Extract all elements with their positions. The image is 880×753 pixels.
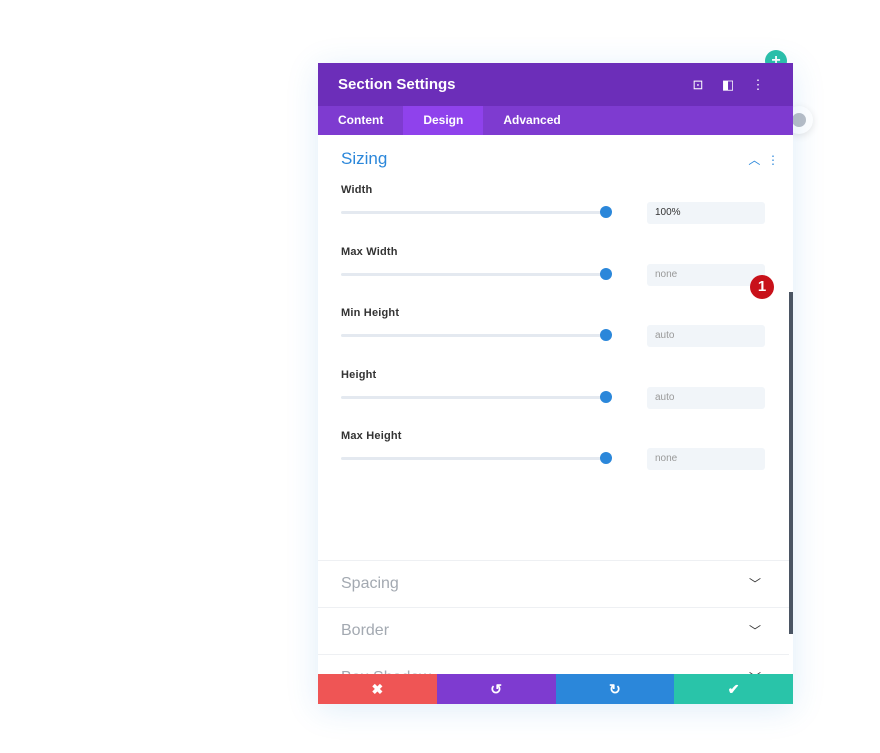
- tab-design[interactable]: Design: [403, 106, 484, 135]
- more-options-icon[interactable]: ⋮: [743, 77, 773, 93]
- sizing-field: Min Height auto: [341, 307, 771, 347]
- tab-bar: Content Design Advanced: [318, 106, 793, 135]
- slider-handle[interactable]: [600, 452, 612, 464]
- field-label: Width: [341, 184, 373, 196]
- step-badge: 1: [750, 275, 774, 299]
- settings-icon: [792, 113, 806, 127]
- settings-body: Sizing ︿ ⋮ Width 100% Max Width none Min H…: [318, 135, 793, 674]
- split-view-icon[interactable]: ◧: [713, 77, 743, 93]
- slider-handle[interactable]: [600, 206, 612, 218]
- cancel-button[interactable]: ✖: [318, 674, 437, 704]
- field-input[interactable]: none: [647, 263, 765, 286]
- field-label: Min Height: [341, 307, 400, 319]
- chevron-down-icon: ﹀: [748, 624, 761, 638]
- sizing-controls[interactable]: ︿ ⋮: [748, 151, 779, 168]
- tab-advanced[interactable]: Advanced: [483, 106, 580, 135]
- slider-handle[interactable]: [600, 267, 612, 280]
- scrollbar[interactable]: [789, 292, 793, 634]
- chevron-up-icon[interactable]: ︿: [748, 153, 760, 167]
- chevron-down-icon: ﹀: [748, 577, 761, 591]
- modal-header: Section Settings ⊡ ◧ ⋮: [318, 63, 793, 106]
- slider-track[interactable]: [341, 206, 612, 218]
- modal-footer: ✖ ↺ ↻ ✔: [318, 674, 793, 704]
- slider-track[interactable]: [341, 267, 612, 280]
- sizing-title[interactable]: Sizing: [341, 149, 387, 169]
- section-title: Spacing: [341, 575, 399, 592]
- redo-button[interactable]: ↻: [555, 674, 675, 704]
- section-settings-modal: Section Settings ⊡ ◧ ⋮ Content Design Ad…: [318, 63, 793, 704]
- section-toggle[interactable]: Border ﹀: [318, 607, 789, 654]
- sizing-field: Max Width none: [341, 245, 771, 286]
- slider-track[interactable]: [341, 329, 612, 341]
- tab-content[interactable]: Content: [318, 106, 403, 135]
- save-button[interactable]: ✔: [674, 674, 793, 704]
- sizing-field: Width 100%: [341, 184, 771, 224]
- field-label: Height: [341, 368, 377, 381]
- slider-track[interactable]: [341, 390, 612, 403]
- undo-button[interactable]: ↺: [436, 674, 556, 704]
- section-title: Border: [341, 622, 390, 639]
- slider-track[interactable]: [341, 452, 612, 464]
- section-toggle[interactable]: Spacing ﹀: [318, 560, 789, 607]
- field-input[interactable]: none: [647, 448, 765, 470]
- field-input[interactable]: auto: [647, 325, 765, 347]
- fullscreen-icon[interactable]: ⊡: [683, 77, 713, 93]
- slider-handle[interactable]: [600, 390, 612, 403]
- field-label: Max Height: [341, 430, 402, 442]
- more-icon[interactable]: ⋮: [767, 153, 779, 167]
- field-label: Max Width: [341, 245, 398, 258]
- field-input[interactable]: 100%: [647, 202, 765, 224]
- sizing-field: Height auto: [341, 368, 771, 409]
- field-input[interactable]: auto: [647, 386, 765, 409]
- section-toggle[interactable]: Box Shadow﹀: [318, 654, 789, 674]
- modal-title: Section Settings: [338, 76, 456, 93]
- sizing-field: Max Height none: [341, 430, 771, 470]
- slider-handle[interactable]: [600, 329, 612, 341]
